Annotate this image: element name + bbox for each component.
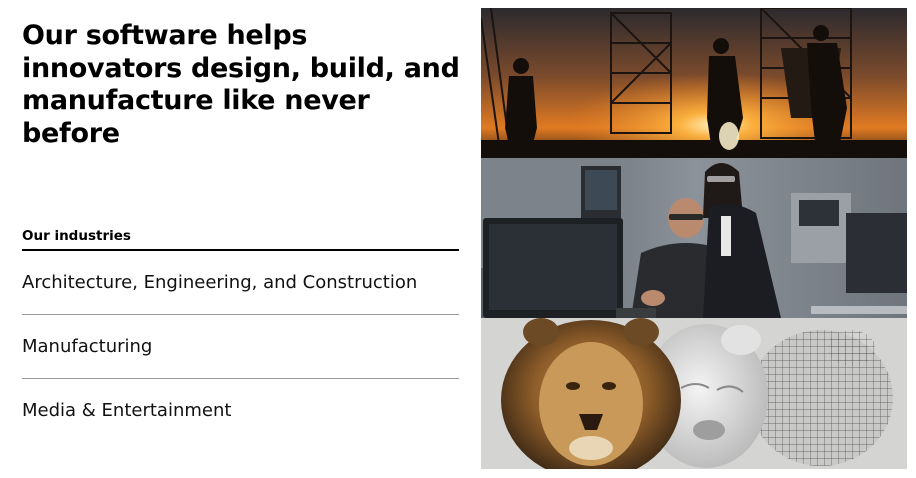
- industry-link-aec[interactable]: Architecture, Engineering, and Construct…: [22, 251, 459, 315]
- lion-3d-render-stages-photo: [481, 318, 907, 469]
- industry-photo-stack: [481, 8, 907, 469]
- industry-link-manufacturing[interactable]: Manufacturing: [22, 315, 459, 379]
- construction-workers-sunset-photo: [481, 8, 907, 158]
- industries-heading: Our industries: [22, 228, 131, 244]
- industries-list: Architecture, Engineering, and Construct…: [22, 249, 459, 443]
- industry-link-media-entertainment[interactable]: Media & Entertainment: [22, 379, 459, 443]
- industries-section: Our software helps innovators design, bu…: [0, 0, 916, 478]
- factory-engineers-computer-photo: [481, 158, 907, 318]
- page-headline: Our software helps innovators design, bu…: [22, 20, 460, 149]
